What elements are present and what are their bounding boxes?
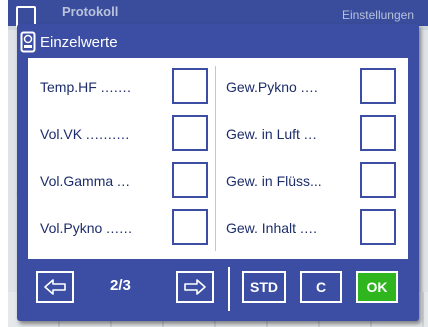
background-title-right: Einstellungen: [341, 8, 414, 22]
next-page-button[interactable]: [176, 271, 214, 303]
page-indicator: 2/3: [110, 277, 131, 294]
checkbox-gew-inhalt[interactable]: [360, 209, 396, 245]
item-label: Vol.Pykno ......: [40, 220, 133, 236]
scale-icon: [20, 31, 36, 53]
item-label: Temp.HF .......: [40, 79, 132, 95]
prev-page-button[interactable]: [36, 271, 74, 303]
einzelwerte-dialog: Einzelwerte Temp.HF ....... Vol.VK .....…: [17, 24, 419, 321]
checkbox-vol-gamma[interactable]: [172, 162, 208, 198]
item-label: Vol.Gamma ...: [40, 173, 131, 189]
ok-button[interactable]: OK: [356, 271, 398, 303]
item-label: Gew. in Luft ...: [226, 126, 317, 142]
item-label: Gew. Inhalt ....: [226, 220, 318, 236]
button-separator: [228, 267, 230, 311]
item-label: Vol.VK ..........: [40, 126, 130, 142]
background-title: Protokoll: [62, 4, 119, 19]
checkbox-vol-pykno[interactable]: [172, 209, 208, 245]
dialog-title: Einzelwerte: [40, 34, 118, 51]
clear-button[interactable]: C: [300, 271, 342, 303]
checkbox-gew-pykno[interactable]: [360, 68, 396, 104]
arrow-right-icon: [184, 279, 206, 295]
std-button[interactable]: STD: [242, 271, 286, 303]
checkbox-temp-hf[interactable]: [172, 68, 208, 104]
arrow-left-icon: [44, 279, 66, 295]
checkbox-gew-in-fluess[interactable]: [360, 162, 396, 198]
item-label: Gew. in Flüss...: [226, 173, 322, 189]
column-divider: [215, 66, 216, 251]
item-label: Gew.Pykno ....: [226, 79, 319, 95]
dialog-body: Temp.HF ....... Vol.VK .......... Vol.Ga…: [28, 58, 408, 259]
checkbox-gew-in-luft[interactable]: [360, 115, 396, 151]
background-titlebar: Protokoll Einstellungen: [8, 0, 428, 28]
button-bar: 2/3 STD C OK: [28, 263, 408, 315]
checkbox-vol-vk[interactable]: [172, 115, 208, 151]
